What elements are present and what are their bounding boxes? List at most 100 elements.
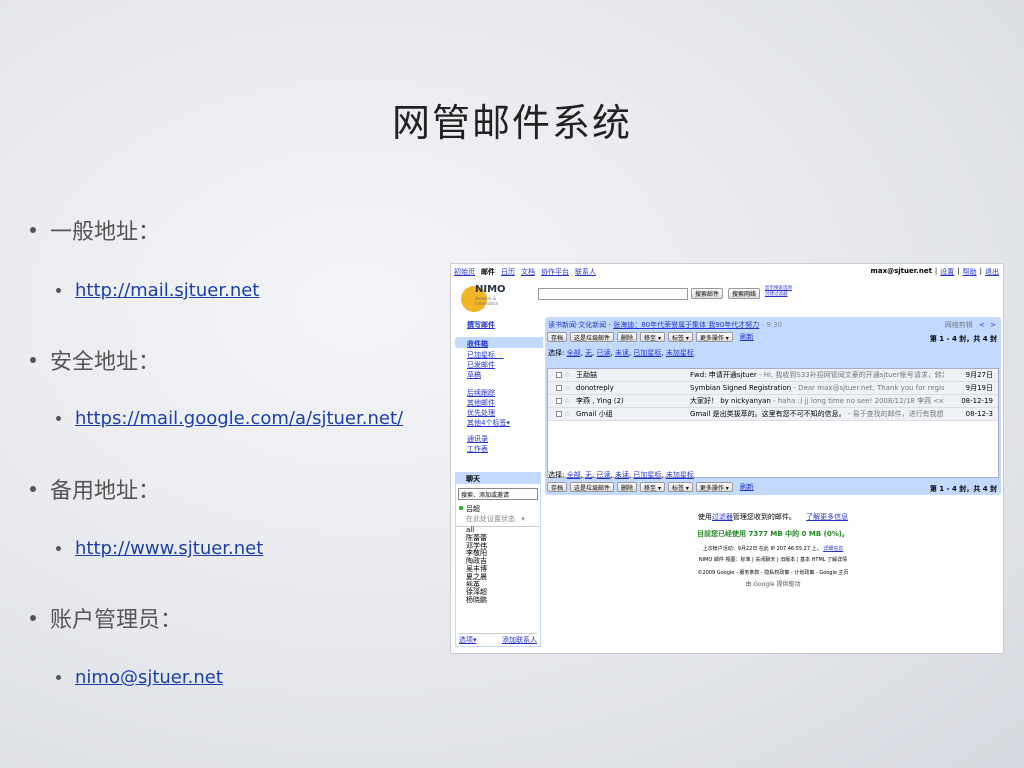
nav-contacts[interactable]: 联系人 <box>575 267 596 277</box>
general-address-link[interactable]: http://mail.sjtuer.net <box>75 280 259 301</box>
row-subject: Gmail 是出类拔萃的。这里有您不可不知的信息。 - 易于查找的邮件，进行有我… <box>690 410 944 418</box>
chat-status-select[interactable]: 在此处设置状态 ▾ <box>456 514 540 524</box>
details-link[interactable]: 详细信息 <box>823 546 843 552</box>
sub-bullet: http://mail.sjtuer.net <box>56 280 259 301</box>
nav-docs[interactable]: 文档 <box>521 267 535 277</box>
chevron-left-icon[interactable]: < <box>979 321 985 329</box>
select-all[interactable]: 全部 <box>567 471 581 479</box>
star-icon[interactable]: ☆ <box>564 371 570 379</box>
select-starred[interactable]: 已加星标 <box>633 349 661 357</box>
nav-sent[interactable]: 已发邮件 <box>467 360 495 370</box>
delete-button[interactable]: 删除 <box>617 332 638 342</box>
compose-link[interactable]: 撰写邮件 <box>467 320 495 330</box>
chevron-right-icon[interactable]: > <box>990 321 996 329</box>
web-clip[interactable]: 读书新闻·文化新闻 - 张海迪：80年代荣誉属于集体 我90年代才努力 - 9:… <box>548 320 782 330</box>
archive-button[interactable]: 存档 <box>547 332 568 342</box>
bullet-label: 一般地址： <box>50 220 161 245</box>
row-sender: Gmail 小组 <box>576 410 613 418</box>
move-to-dropdown[interactable]: 移至 ▾ <box>640 332 665 342</box>
nimo-logo[interactable]: NIMO Network & Information <box>461 282 521 312</box>
select-read[interactable]: 已读 <box>597 349 611 357</box>
select-all[interactable]: 全部 <box>567 349 581 357</box>
nav-drafts[interactable]: 草稿 <box>467 370 481 380</box>
secure-address-link[interactable]: https://mail.google.com/a/sjtuer.net/ <box>75 408 403 429</box>
table-row[interactable]: ☆ Gmail 小组 Gmail 是出类拔萃的。这里有您不可不知的信息。 - 易… <box>548 408 998 421</box>
select-none[interactable]: 无 <box>585 349 592 357</box>
message-count: 第 1 - 4 封，共 4 封 <box>929 485 997 493</box>
sub-bullet: https://mail.google.com/a/sjtuer.net/ <box>56 408 403 429</box>
message-list: ☆ 王勐喆 Fwd: 申请开通sjtuer - Hi, 我收到S33补招网管闻文… <box>547 368 999 478</box>
select-unread[interactable]: 未读 <box>615 471 629 479</box>
select-unstarred[interactable]: 未加星标 <box>666 349 694 357</box>
chat-self[interactable]: 吕超 <box>456 504 540 514</box>
select-unread[interactable]: 未读 <box>615 349 629 357</box>
select-read[interactable]: 已读 <box>597 471 611 479</box>
chat-options-link[interactable]: 选项▾ <box>459 635 477 645</box>
web-clip-label: 网络剪辑 <box>944 321 973 329</box>
labels-dropdown[interactable]: 标签 ▾ <box>667 482 693 492</box>
add-contact-link[interactable]: 添加联系人 <box>502 635 537 645</box>
mail-list-panel: 读书新闻·文化新闻 - 张海迪：80年代荣誉属于集体 我90年代才努力 - 9:… <box>545 317 1001 495</box>
backup-address-link[interactable]: http://www.sjtuer.net <box>75 538 263 559</box>
powered-by-google: 由 Google 提供驱动 <box>745 581 801 588</box>
chat-contact[interactable]: 杨晓鹏 <box>466 596 540 605</box>
row-date: 08-12-3 <box>965 410 993 418</box>
settings-link[interactable]: 设置 <box>940 267 954 277</box>
help-link[interactable]: 帮助 <box>963 267 977 277</box>
chat-header[interactable]: 聊天 <box>456 473 540 484</box>
star-icon[interactable]: ☆ <box>564 384 570 392</box>
archive-button[interactable]: 存档 <box>547 482 568 492</box>
more-actions-dropdown[interactable]: 更多操作 ▾ <box>695 332 733 342</box>
nav-more-labels[interactable]: 其他4个标签▾ <box>467 418 510 428</box>
chat-search-input[interactable]: 搜索、添加或邀请 <box>458 488 538 500</box>
nav-tasks[interactable]: 工作表 <box>467 444 488 454</box>
nav-calendar[interactable]: 日历 <box>501 267 515 277</box>
search-input[interactable] <box>538 288 688 300</box>
labels-dropdown[interactable]: 标签 ▾ <box>667 332 693 342</box>
report-spam-button[interactable]: 这是垃圾邮件 <box>570 332 615 342</box>
more-actions-dropdown[interactable]: 更多操作 ▾ <box>695 482 733 492</box>
refresh-link[interactable]: 刷新 <box>740 332 754 342</box>
nav-home[interactable]: 初始页 <box>454 267 475 277</box>
copyright[interactable]: ©2009 Google - 服务条款 - 隐私权政策 - 计划政策 - Goo… <box>545 569 1001 576</box>
report-spam-button[interactable]: 这是垃圾邮件 <box>570 482 615 492</box>
nav-mail[interactable]: 邮件 <box>481 267 495 277</box>
logout-link[interactable]: 退出 <box>985 267 999 277</box>
nav-contacts-list[interactable]: 通讯录 <box>467 434 488 444</box>
row-checkbox[interactable] <box>556 411 562 417</box>
last-activity: 上次帐户活动：9月22日 在此 IP 207.46.55.27 上。 详细信息 <box>702 546 844 552</box>
select-starred[interactable]: 已加星标 <box>633 471 661 479</box>
bullet-dot-icon <box>56 675 61 680</box>
nav-followup[interactable]: 后续跟踪 <box>467 388 495 398</box>
top-nav: 初始页 邮件 日历 文档 协作平台 联系人 <box>454 267 596 277</box>
search-options: 显示搜索选项 创建过滤器 <box>765 286 792 298</box>
star-icon[interactable]: ☆ <box>564 410 570 418</box>
nav-starred[interactable]: 已加星标 ☆ <box>467 350 504 360</box>
move-to-dropdown[interactable]: 移至 ▾ <box>640 482 665 492</box>
select-none[interactable]: 无 <box>585 471 592 479</box>
table-row[interactable]: ☆ 李燕 , Ying (2) 大家好！ by nickyanyan - hah… <box>548 395 998 408</box>
create-filter-link[interactable]: 创建过滤器 <box>765 292 792 298</box>
table-row[interactable]: ☆ 王勐喆 Fwd: 申请开通sjtuer - Hi, 我收到S33补招网管闻文… <box>548 369 998 382</box>
chat-panel: 聊天 搜索、添加或邀请 吕超 在此处设置状态 ▾ all 陈蕾蕾 邓学伟 李敬阳… <box>455 472 541 647</box>
search-mail-button[interactable]: 搜索邮件 <box>691 288 724 299</box>
admin-email-link[interactable]: nimo@sjtuer.net <box>75 667 223 688</box>
filter-link[interactable]: 过滤器 <box>712 513 733 521</box>
view-options[interactable]: NIMO 邮件 视图：标准 | 关闭聊天 | 旧版本 | 基本 HTML 了解详… <box>545 556 1001 563</box>
filter-tip: 使用过滤器管理您收到的邮件。 了解更多信息 <box>697 513 849 521</box>
select-unstarred[interactable]: 未加星标 <box>666 471 694 479</box>
nav-other-mail[interactable]: 其他邮件 <box>467 398 495 408</box>
learn-more-link[interactable]: 了解更多信息 <box>806 513 848 521</box>
row-checkbox[interactable] <box>556 385 562 391</box>
row-checkbox[interactable] <box>556 372 562 378</box>
nav-priority[interactable]: 优先处理 <box>467 408 495 418</box>
row-date: 9月19日 <box>965 384 993 392</box>
nav-sites[interactable]: 协作平台 <box>541 267 569 277</box>
star-icon[interactable]: ☆ <box>564 397 570 405</box>
nav-inbox[interactable]: 收件箱 <box>467 339 488 349</box>
refresh-link[interactable]: 刷新 <box>740 482 754 492</box>
delete-button[interactable]: 删除 <box>617 482 638 492</box>
table-row[interactable]: ☆ donotreply Symbian Signed Registration… <box>548 382 998 395</box>
search-web-button[interactable]: 搜索网络 <box>728 288 761 299</box>
row-checkbox[interactable] <box>556 398 562 404</box>
